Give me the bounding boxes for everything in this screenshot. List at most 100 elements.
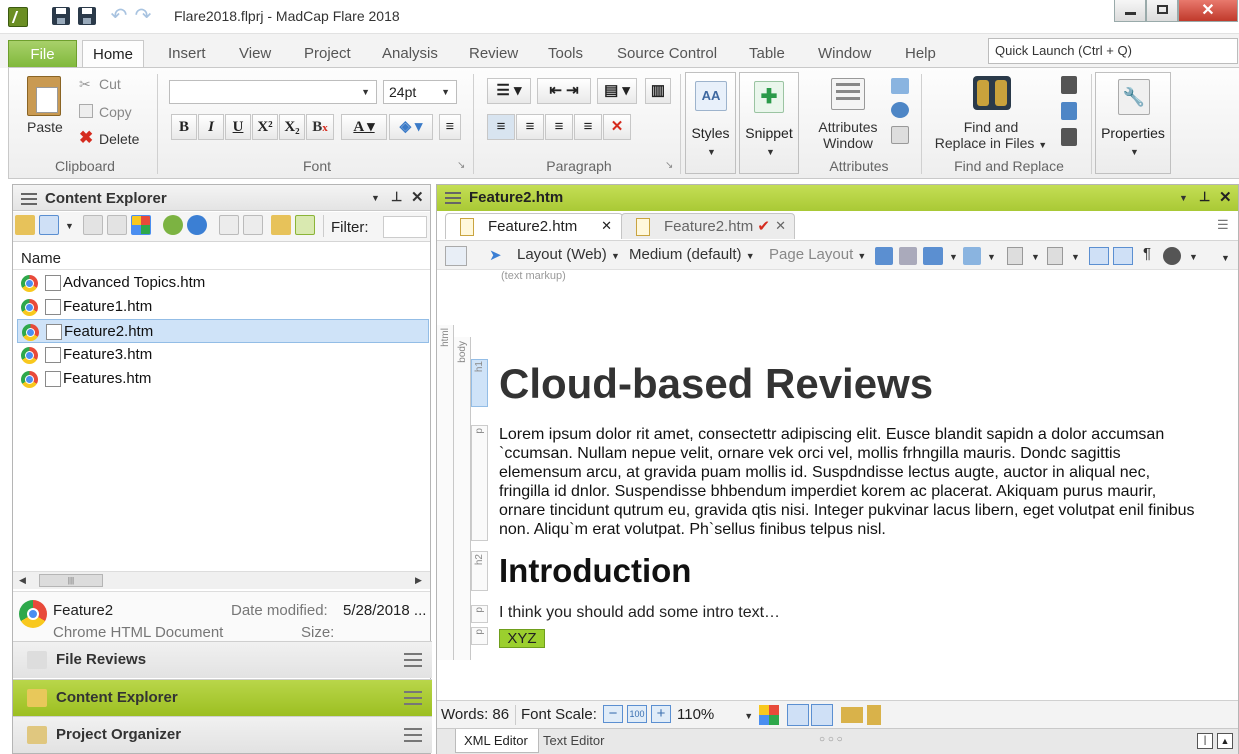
doc-heading-1[interactable]: Cloud-based Reviews <box>499 360 933 408</box>
add-file-icon[interactable] <box>295 215 315 235</box>
pane-menu-icon[interactable] <box>21 193 37 206</box>
tab-home[interactable]: Home <box>82 40 145 68</box>
column-header-name[interactable]: Name <box>13 246 430 270</box>
resize-grip[interactable]: ○ ○ ○ <box>819 734 843 745</box>
pin-icon[interactable]: ⊥ <box>391 189 402 205</box>
color-view-icon[interactable] <box>759 705 779 725</box>
view-mode-icon[interactable] <box>39 215 59 235</box>
grid-view-icon[interactable] <box>131 215 151 235</box>
font-color-button[interactable]: A ▾ <box>341 114 387 140</box>
show-blocks-button[interactable]: ▥ <box>645 78 671 104</box>
bold-button[interactable]: B <box>171 114 197 140</box>
view-mode-dropdown-icon[interactable]: ▼ <box>65 221 74 231</box>
quick-launch-input[interactable]: Quick Launch (Ctrl + Q) <box>988 38 1238 64</box>
superscript-button[interactable]: X² <box>252 114 278 140</box>
doc-intro-paragraph[interactable]: I think you should add some intro text… <box>499 604 780 622</box>
layout-select[interactable]: Layout (Web) ▼ <box>517 246 620 263</box>
tab-analysis[interactable]: Analysis <box>372 40 448 68</box>
italic-button[interactable]: I <box>198 114 224 140</box>
toolbar-overflow-icon[interactable]: ▼ <box>1221 253 1230 263</box>
find-replace-in-files-button[interactable]: Find and Replace in Files ▼ <box>929 119 1053 153</box>
scroll-right-icon[interactable]: ▶ <box>415 575 422 586</box>
tab-window[interactable]: Window <box>808 40 881 68</box>
paste-icon[interactable] <box>27 76 61 116</box>
minimize-button[interactable] <box>1114 0 1146 22</box>
new-folder-icon[interactable] <box>271 215 291 235</box>
zoom-reset-button[interactable]: 100 <box>627 705 647 723</box>
copy-icon[interactable] <box>79 104 93 118</box>
tab-review[interactable]: Review <box>459 40 528 68</box>
font-dialog-launcher-icon[interactable]: ↘ <box>457 160 465 171</box>
accordion-file-reviews[interactable]: File Reviews <box>13 641 432 678</box>
show-tags-icon[interactable] <box>1089 247 1109 265</box>
accordion-project-organizer[interactable]: Project Organizer <box>13 716 432 753</box>
preview-icon[interactable] <box>445 246 467 266</box>
paragraph-dialog-launcher-icon[interactable]: ↘ <box>665 160 673 171</box>
insert-image-icon[interactable] <box>875 247 893 265</box>
bullets-button[interactable]: ☰ ▾ <box>487 78 531 104</box>
delete-icon[interactable]: ✖ <box>79 129 93 146</box>
ruler-v-icon[interactable] <box>867 705 881 725</box>
tab-xml-editor[interactable]: XML Editor <box>455 729 539 753</box>
align-center-button[interactable]: ≡ <box>516 114 544 140</box>
font-family-select[interactable]: ▼ <box>169 80 377 104</box>
paste-button[interactable]: Paste <box>27 119 63 135</box>
binoculars-icon[interactable] <box>973 76 1011 110</box>
tab-view[interactable]: View <box>229 40 281 68</box>
tracking-icon[interactable] <box>1163 247 1181 265</box>
insert-field-icon[interactable] <box>1047 247 1063 265</box>
doc-paragraph[interactable]: Lorem ipsum dolor rit amet, consectettr … <box>499 425 1199 539</box>
horizontal-scrollbar[interactable]: ◀ ||| ▶ <box>13 571 430 589</box>
zoom-in-button[interactable]: + <box>651 705 671 723</box>
align-right-button[interactable]: ≡ <box>545 114 573 140</box>
file-checkbox[interactable] <box>45 371 61 387</box>
styles-button[interactable]: AA Styles ▼ <box>685 72 736 174</box>
tab-feature2-active[interactable]: Feature2.htm ✕ <box>445 213 623 239</box>
insert-variable-icon[interactable] <box>1007 247 1023 265</box>
close-window-button[interactable]: ✕ <box>1178 0 1238 22</box>
file-row[interactable]: Feature1.htm <box>17 295 429 319</box>
clear-alignment-button[interactable]: ✕ <box>603 114 631 140</box>
highlight-color-button[interactable]: ◈ ▾ <box>389 114 433 140</box>
close-doc-icon[interactable]: ✕ <box>1219 188 1232 206</box>
sync-icon[interactable] <box>187 215 207 235</box>
tab-help[interactable]: Help <box>895 40 946 68</box>
ruler-h-icon[interactable] <box>841 707 863 723</box>
tab-text-editor[interactable]: Text Editor <box>537 729 615 753</box>
properties-button[interactable]: 🔧 Properties ▼ <box>1095 72 1171 174</box>
redo-icon[interactable]: ↷ <box>134 6 152 26</box>
file-row[interactable]: Feature2.htm <box>17 319 429 343</box>
search-files-icon[interactable] <box>243 215 263 235</box>
show-conditions-icon[interactable] <box>1113 247 1133 265</box>
picture-dropdown-icon[interactable]: ▼ <box>949 252 958 262</box>
variable-dropdown-icon[interactable]: ▼ <box>1031 252 1040 262</box>
file-row[interactable]: Features.htm <box>17 367 429 391</box>
paragraph-style-button[interactable]: ▤ ▾ <box>597 78 637 104</box>
replace-icon[interactable] <box>1061 102 1077 120</box>
split-view-icon[interactable]: | <box>1197 733 1213 749</box>
undo-icon[interactable]: ↶ <box>110 6 128 26</box>
tracking-dropdown-icon[interactable]: ▼ <box>1189 252 1198 262</box>
scroll-left-icon[interactable]: ◀ <box>19 575 26 586</box>
format-menu-button[interactable]: ≡ <box>439 114 461 140</box>
save-all-icon[interactable] <box>78 7 96 25</box>
refresh-icon[interactable] <box>163 215 183 235</box>
expand-view-icon[interactable]: ▲ <box>1217 733 1233 749</box>
insert-table-icon[interactable] <box>899 247 917 265</box>
insert-picture-icon[interactable] <box>923 247 943 265</box>
globe-icon[interactable] <box>891 102 909 118</box>
close-tab-icon[interactable]: ✕ <box>775 218 786 234</box>
copy-button[interactable]: Copy <box>99 104 132 120</box>
file-properties-icon[interactable] <box>219 215 239 235</box>
madcap-logo-icon[interactable] <box>8 7 28 27</box>
file-checkbox[interactable] <box>45 275 61 291</box>
tab-source-control[interactable]: Source Control <box>607 40 727 68</box>
insert-snippet-icon[interactable] <box>963 247 981 265</box>
tab-feature2-second[interactable]: Feature2.htm ✔ ✕ <box>621 213 795 239</box>
tab-insert[interactable]: Insert <box>158 40 216 68</box>
tab-tools[interactable]: Tools <box>538 40 593 68</box>
p-gutter[interactable] <box>471 425 488 541</box>
clear-format-button[interactable]: Bx <box>306 114 334 140</box>
new-item-icon[interactable] <box>83 215 103 235</box>
find-icon[interactable] <box>1061 76 1077 94</box>
